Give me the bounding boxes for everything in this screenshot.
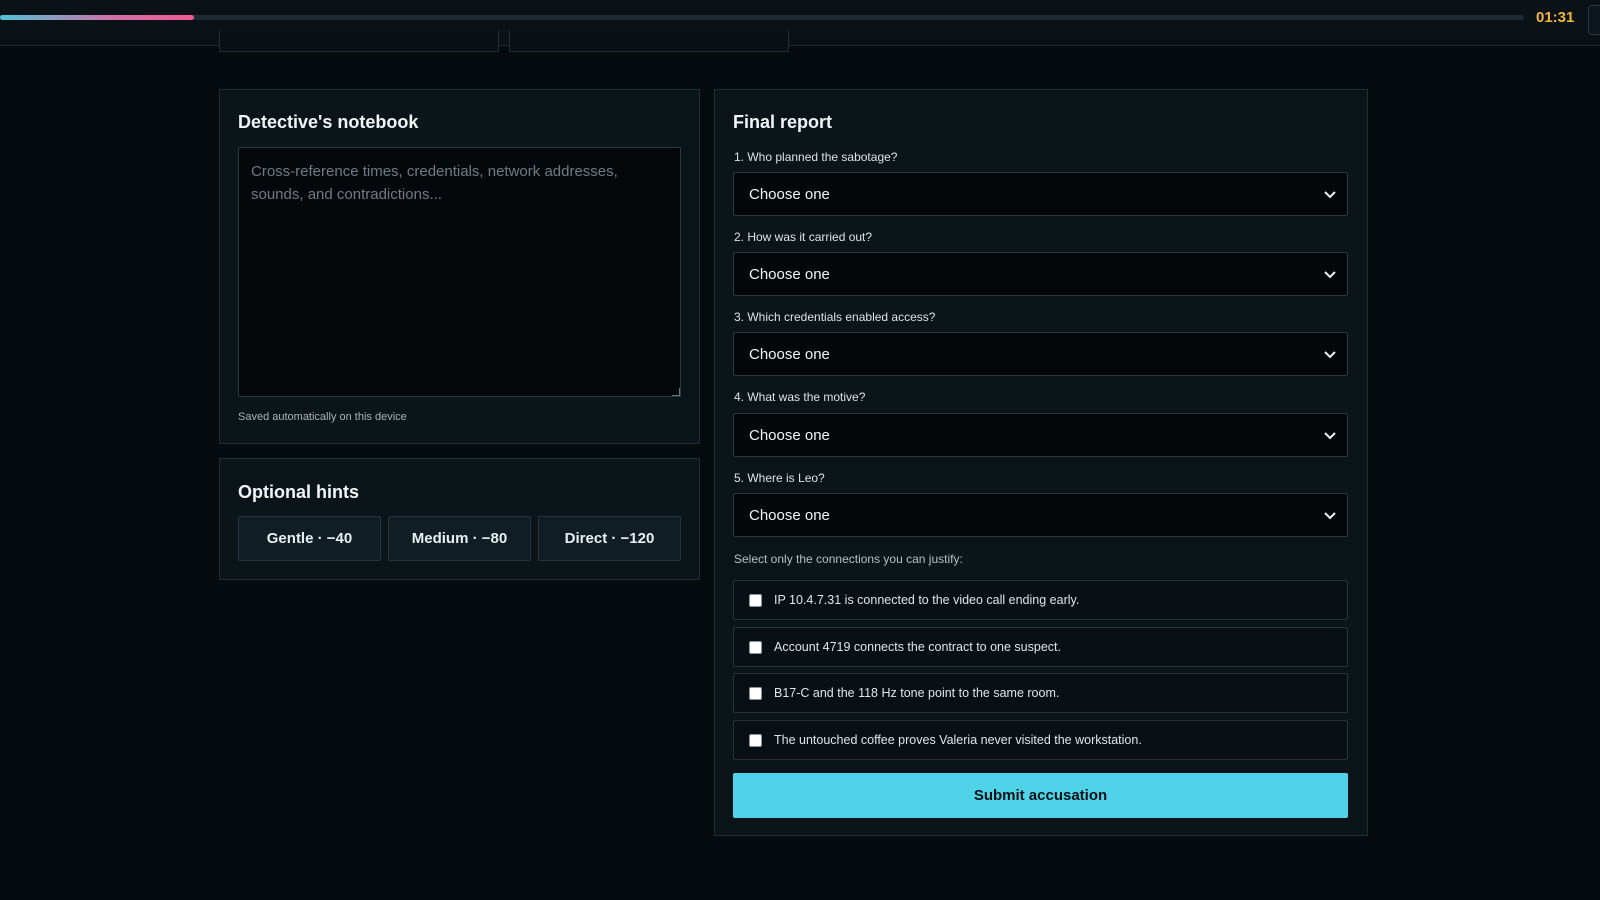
question-2-value: Choose one xyxy=(749,265,830,283)
chevron-down-icon xyxy=(1324,191,1336,199)
autosave-note: Saved automatically on this device xyxy=(238,411,407,423)
chevron-down-icon xyxy=(1324,271,1336,279)
notebook-title: Detective's notebook xyxy=(238,112,419,132)
resize-handle-icon[interactable] xyxy=(672,388,680,396)
hints-panel: Optional hints Gentle · −40 Medium · −80… xyxy=(219,458,700,580)
notebook-panel: Detective's notebook Saved automatically… xyxy=(219,89,700,444)
question-3-label: 3. Which credentials enabled access? xyxy=(734,310,936,324)
connection-4-text: The untouched coffee proves Valeria neve… xyxy=(774,733,1142,747)
connection-1-checkbox[interactable] xyxy=(749,593,762,607)
report-title: Final report xyxy=(733,112,833,132)
final-report-panel: Final report 1. Who planned the sabotage… xyxy=(714,89,1368,836)
connection-option-2[interactable]: Account 4719 connects the contract to on… xyxy=(733,627,1348,667)
question-5-select[interactable]: Choose one xyxy=(733,493,1348,537)
question-1-select[interactable]: Choose one xyxy=(733,172,1348,216)
connection-3-checkbox[interactable] xyxy=(749,686,762,700)
time-progress-fill xyxy=(0,15,194,20)
question-4-label: 4. What was the motive? xyxy=(734,390,866,404)
submit-accusation-button[interactable]: Submit accusation xyxy=(733,773,1348,818)
notebook-textarea[interactable] xyxy=(238,147,681,397)
connection-option-1[interactable]: IP 10.4.7.31 is connected to the video c… xyxy=(733,580,1348,620)
hint-gentle-button[interactable]: Gentle · −40 xyxy=(238,516,381,561)
question-1-value: Choose one xyxy=(749,185,830,203)
hints-title: Optional hints xyxy=(238,482,359,502)
chevron-down-icon xyxy=(1324,432,1336,440)
question-3-value: Choose one xyxy=(749,345,830,363)
chevron-down-icon xyxy=(1324,351,1336,359)
connection-3-text: B17-C and the 118 Hz tone point to the s… xyxy=(774,686,1060,700)
time-progress-bar xyxy=(0,15,1524,20)
countdown-timer: 01:31 xyxy=(1536,9,1575,26)
hint-direct-button[interactable]: Direct · −120 xyxy=(538,516,681,561)
question-4-select[interactable]: Choose one xyxy=(733,413,1348,457)
question-5-value: Choose one xyxy=(749,506,830,524)
evidence-tab-right[interactable] xyxy=(509,30,789,52)
question-5-label: 5. Where is Leo? xyxy=(734,471,825,485)
menu-button[interactable] xyxy=(1588,5,1600,35)
question-2-select[interactable]: Choose one xyxy=(733,252,1348,296)
question-3-select[interactable]: Choose one xyxy=(733,332,1348,376)
connection-option-4[interactable]: The untouched coffee proves Valeria neve… xyxy=(733,720,1348,760)
question-2-label: 2. How was it carried out? xyxy=(734,230,873,244)
question-4-value: Choose one xyxy=(749,426,830,444)
connection-1-text: IP 10.4.7.31 is connected to the video c… xyxy=(774,593,1080,607)
chevron-down-icon xyxy=(1324,512,1336,520)
connection-2-checkbox[interactable] xyxy=(749,640,762,654)
question-1-label: 1. Who planned the sabotage? xyxy=(734,150,898,164)
evidence-tab-left[interactable] xyxy=(219,30,499,52)
connections-instructions: Select only the connections you can just… xyxy=(734,552,963,566)
connection-4-checkbox[interactable] xyxy=(749,733,762,747)
hint-medium-button[interactable]: Medium · −80 xyxy=(388,516,531,561)
connection-2-text: Account 4719 connects the contract to on… xyxy=(774,640,1061,654)
connection-option-3[interactable]: B17-C and the 118 Hz tone point to the s… xyxy=(733,673,1348,713)
